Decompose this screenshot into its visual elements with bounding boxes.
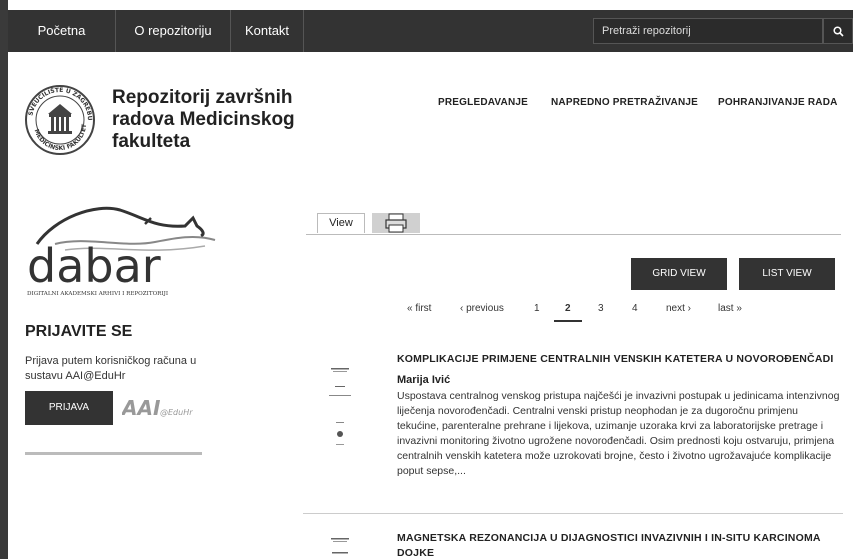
result-title[interactable]: MAGNETSKA REZONANCIJA U DIJAGNOSTICI INV… xyxy=(397,531,839,559)
pager-page-3[interactable]: 3 xyxy=(598,303,604,314)
login-description: Prijava putem korisničkog računa u susta… xyxy=(25,355,197,382)
search-icon xyxy=(832,26,844,37)
pager-next[interactable]: next › xyxy=(666,303,691,314)
nav-browse[interactable]: PREGLEDAVANJE xyxy=(438,97,528,108)
nav-home[interactable]: Početna xyxy=(8,10,116,52)
nav-submit-work[interactable]: POHRANJIVANJE RADA xyxy=(718,97,838,108)
repository-title[interactable]: Repozitorij završnih radova Medicinskog … xyxy=(112,87,312,153)
nav-about-repository[interactable]: O repozitoriju xyxy=(116,10,231,52)
login-button[interactable]: PRIJAVA xyxy=(25,391,113,425)
result-abstract: Uspostava centralnog venskog pristupa na… xyxy=(397,390,840,477)
university-seal-logo: SVEUČILIŠTE U ZAGREBU MEDICINSKI FAKULTE… xyxy=(25,85,95,155)
tab-view[interactable]: View xyxy=(317,213,365,233)
top-navigation-bar: Početna O repozitoriju Kontakt xyxy=(8,10,853,52)
dabar-logo[interactable]: dabar DIGITALNI AKADEMSKI ARHIVI I REPOZ… xyxy=(25,198,225,298)
pager-page-1[interactable]: 1 xyxy=(534,303,540,314)
svg-text:AAI: AAI xyxy=(122,396,161,420)
result-thumbnail[interactable] xyxy=(315,532,377,559)
grid-view-button[interactable]: GRID VIEW xyxy=(631,258,727,290)
search-button[interactable] xyxy=(823,18,853,44)
result-thumbnail[interactable] xyxy=(315,362,377,456)
tabs-divider xyxy=(306,234,841,235)
pager-page-2-current: 2 xyxy=(565,303,571,314)
pager-previous[interactable]: ‹ previous xyxy=(460,303,504,314)
window-left-edge xyxy=(0,0,8,559)
pager-current-indicator xyxy=(554,320,582,322)
dabar-logo-wordmark: dabar xyxy=(27,239,161,293)
nav-contact[interactable]: Kontakt xyxy=(231,10,304,52)
nav-advanced-search[interactable]: NAPREDNO PRETRAŽIVANJE xyxy=(551,97,698,108)
pager-page-4[interactable]: 4 xyxy=(632,303,638,314)
svg-text:@EduHr: @EduHr xyxy=(160,408,193,417)
result-title[interactable]: KOMPLIKACIJE PRIMJENE CENTRALNIH VENSKIH… xyxy=(397,352,839,367)
aai-eduhr-logo[interactable]: AAI @EduHr xyxy=(122,395,197,421)
list-view-button[interactable]: LIST VIEW xyxy=(739,258,835,290)
tab-print[interactable] xyxy=(372,213,420,233)
pager-first[interactable]: « first xyxy=(407,303,431,314)
search-input[interactable] xyxy=(593,18,823,44)
pager-last[interactable]: last » xyxy=(718,303,742,314)
print-icon xyxy=(385,213,407,233)
page-top-margin xyxy=(0,0,853,10)
result-author[interactable]: Marija Ivić xyxy=(397,374,450,386)
result-divider xyxy=(303,513,843,514)
dabar-logo-subtitle: DIGITALNI AKADEMSKI ARHIVI I REPOZITORIJ… xyxy=(27,291,168,297)
sidebar-divider xyxy=(25,452,202,455)
login-heading: PRIJAVITE SE xyxy=(25,323,133,340)
